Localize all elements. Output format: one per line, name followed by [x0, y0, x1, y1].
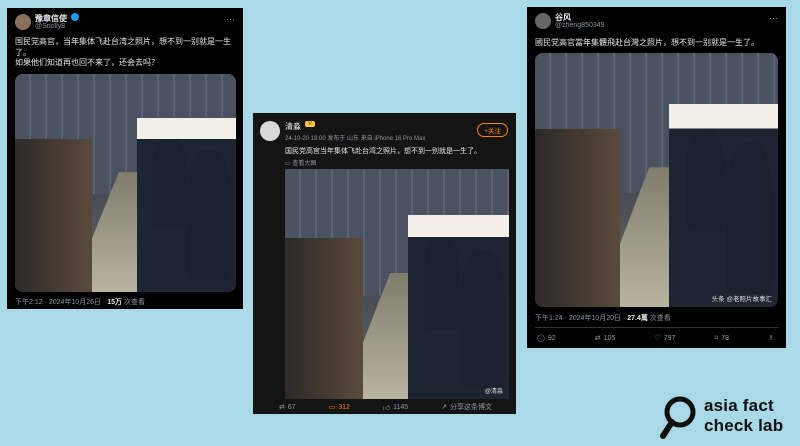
action-bar: ⇄ 67 ▭ 312 👍︎ 1145 ↗ 分享这条博文 — [253, 402, 516, 412]
heart-icon: ♡ — [654, 335, 661, 342]
retweet-button[interactable]: ⇄ 105 — [594, 334, 616, 343]
verified-icon — [71, 13, 79, 21]
post-text-1: 国民党高官，当年集体飞赴台湾之照片，想不到一别就是一生了。 — [15, 37, 231, 57]
more-options-icon[interactable]: ··· — [226, 14, 235, 24]
post-timestamp: 下午2:12 · 2024年10月26日 · 15万 次查看 — [15, 299, 145, 306]
more-options-icon[interactable]: ··· — [769, 13, 778, 23]
avatar[interactable] — [535, 13, 551, 29]
image-watermark: @清淼 — [484, 389, 503, 395]
logo-text-line-2: check lab — [704, 416, 784, 435]
image-watermark: 头条 @老照片故事汇 — [711, 296, 772, 303]
post-text: 国民党高官当年集体飞赴台湾之照片，想不到一别就是一生了。 — [285, 148, 481, 155]
comment-button[interactable]: ▭ 312 — [328, 403, 350, 412]
thumbs-up-icon: 👍︎ — [382, 404, 391, 412]
logo-text-line-1: asia fact — [704, 396, 774, 415]
repost-icon: ⇄ — [279, 404, 285, 411]
repost-button[interactable]: ⇄ 67 — [279, 403, 296, 412]
display-name[interactable]: 清淼 — [285, 121, 301, 132]
post-text: 國民党高官當年集體飛赴台灣之照片，想不到一别就是一生了。 — [535, 38, 759, 47]
follow-button[interactable]: +关注 — [477, 123, 508, 137]
bookmark-icon: ⌑ — [714, 335, 719, 342]
share-icon[interactable]: ⇪ — [768, 334, 774, 342]
like-button[interactable]: 👍︎ 1145 — [383, 403, 408, 412]
post-card-right: 谷风 @zheng850349 ··· 國民党高官當年集體飛赴台灣之照片，想不到… — [527, 7, 786, 348]
retweet-icon: ⇄ — [594, 335, 601, 342]
magnifier-logo-icon — [660, 396, 696, 439]
action-bar: ◯ 92 ⇄ 105 ♡ 797 ⌑ 78 ⇪ — [527, 334, 786, 343]
post-card-center: 清淼 V 24-10-20 18:00 发布于 山东 来自 iPhone 16 … — [253, 113, 516, 414]
composite-image: { "card1": { "name": "豫章信使", "handle": "… — [0, 0, 800, 446]
view-large-image-link[interactable]: ▭ 查看大图 — [285, 158, 316, 167]
post-card-left: 豫章信使 @Snolly8 ··· 国民党高官，当年集体飞赴台湾之照片，想不到一… — [7, 8, 243, 309]
avatar[interactable] — [260, 121, 280, 141]
user-handle[interactable]: @Snolly8 — [35, 23, 65, 30]
like-button[interactable]: ♡ 797 — [654, 334, 675, 343]
post-timestamp: 下午1:24 · 2024年10月20日 · 27.4萬 次查看 — [535, 315, 671, 322]
comment-icon: ▭ — [328, 404, 336, 411]
asia-fact-check-lab-logo: asia fact check lab — [660, 388, 800, 446]
reply-icon: ◯ — [537, 335, 545, 342]
divider — [535, 327, 778, 328]
bookmark-button[interactable]: ⌑ 78 — [714, 334, 729, 343]
user-handle[interactable]: @zheng850349 — [555, 22, 605, 29]
view-count: 27.4萬 — [627, 315, 648, 322]
post-photo[interactable] — [15, 74, 236, 292]
view-count: 15万 — [107, 299, 123, 306]
reply-button[interactable]: ◯ 92 — [537, 334, 556, 343]
share-button[interactable]: ↗ 分享这条博文 — [441, 402, 492, 412]
post-text-2: 如果他们知道再也回不来了，还会去吗？ — [15, 58, 159, 67]
post-photo[interactable]: 头条 @老照片故事汇 — [535, 53, 778, 307]
share-icon: ↗ — [441, 404, 447, 411]
vip-badge: V — [305, 121, 316, 127]
avatar[interactable] — [15, 14, 31, 30]
post-meta: 24-10-20 18:00 发布于 山东 来自 iPhone 16 Pro M… — [285, 136, 426, 142]
post-photo[interactable]: @清淼 — [285, 169, 509, 399]
